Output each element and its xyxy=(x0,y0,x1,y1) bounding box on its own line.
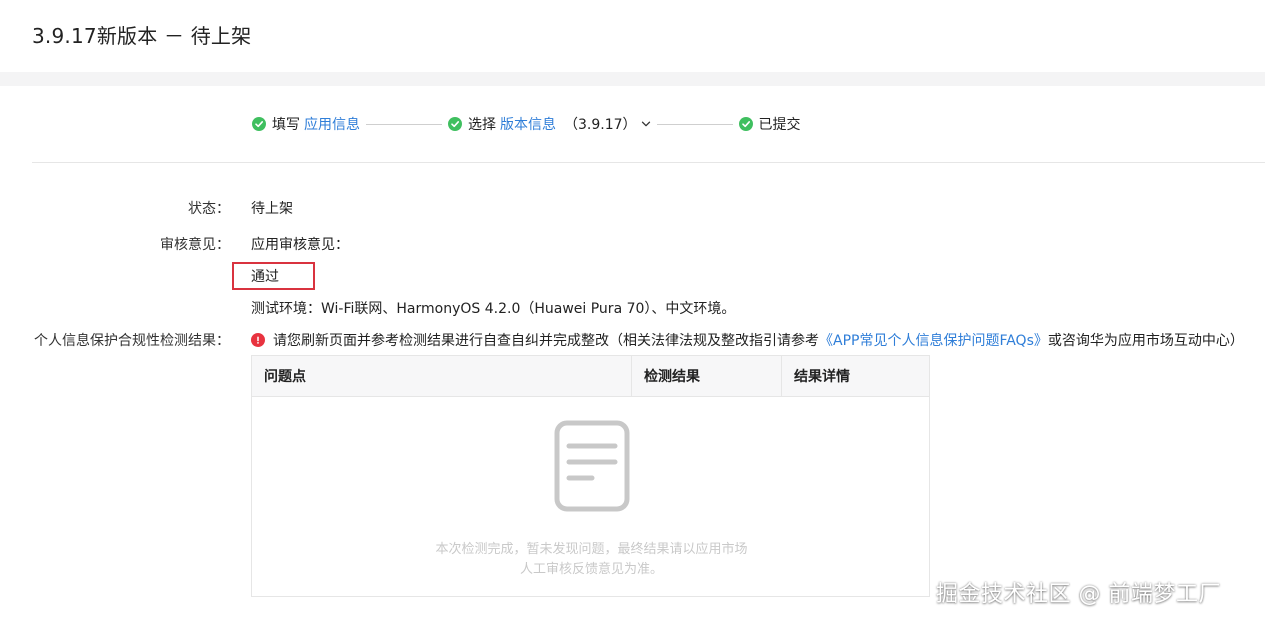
step-fill-app-info: 填写 应用信息 xyxy=(252,114,360,134)
header-band xyxy=(0,72,1265,86)
error-icon xyxy=(251,333,265,347)
review-result: 通过 xyxy=(251,269,279,285)
check-circle-icon xyxy=(448,117,462,131)
review-heading: 应用审核意见： xyxy=(251,237,349,253)
document-icon xyxy=(554,420,630,516)
privacy-check-label: 个人信息保护合规性检测结果： xyxy=(34,333,230,349)
watermark: 掘金技术社区 @ 前端梦工厂 xyxy=(936,582,1221,607)
column-header-issue: 问题点 xyxy=(264,369,306,385)
check-circle-icon xyxy=(252,117,266,131)
empty-state-line: 本次检测完成，暂未发现问题，最终结果请以应用市场 xyxy=(435,542,748,557)
version-number: （3.9.17） xyxy=(564,117,637,133)
table-header: 问题点 检测结果 结果详情 xyxy=(252,356,929,397)
section-divider xyxy=(32,162,1265,163)
progress-steps: 填写 应用信息 选择 版本信息 （3.9.17） 已提交 xyxy=(252,114,801,134)
faq-link[interactable]: 《APP常见个人信息保护问题FAQs》 xyxy=(819,330,1048,350)
chevron-down-icon[interactable] xyxy=(641,119,651,129)
version-info-link[interactable]: 版本信息 xyxy=(500,114,556,134)
step-connector xyxy=(366,123,442,125)
step-connector xyxy=(656,123,733,125)
step-label: 已提交 xyxy=(758,117,801,133)
test-environment: 测试环境：Wi-Fi联网、HarmonyOS 4.2.0（Huawei Pura… xyxy=(251,301,736,317)
app-info-link[interactable]: 应用信息 xyxy=(304,114,360,134)
privacy-notice-suffix: 或咨询华为应用市场互动中心） xyxy=(1047,333,1244,349)
step-label: 填写 xyxy=(272,117,300,133)
status-value: 待上架 xyxy=(251,201,293,217)
privacy-notice-text: 请您刷新页面并参考检测结果进行自查自纠并完成整改（相关法律法规及整改指引请参考 xyxy=(273,333,819,349)
step-select-version: 选择 版本信息 （3.9.17） xyxy=(448,114,651,134)
empty-state-line: 人工审核反馈意见为准。 xyxy=(519,562,663,577)
status-label: 状态： xyxy=(188,201,230,217)
privacy-notice: 请您刷新页面并参考检测结果进行自查自纠并完成整改（相关法律法规及整改指引请参考 … xyxy=(251,330,1244,350)
column-header-detail: 结果详情 xyxy=(781,356,929,396)
review-label: 审核意见： xyxy=(160,237,230,253)
page-title: 3.9.17新版本 － 待上架 xyxy=(32,24,252,48)
step-submitted: 已提交 xyxy=(738,114,801,134)
empty-state-text: 本次检测完成，暂未发现问题，最终结果请以应用市场 人工审核反馈意见为准。 xyxy=(252,540,931,580)
step-label: 选择 xyxy=(468,117,496,133)
check-result-table: 问题点 检测结果 结果详情 本次检测完成，暂未发现问题，最终结果请以应用市场 人… xyxy=(251,355,930,597)
check-circle-icon xyxy=(738,117,753,131)
column-header-result: 检测结果 xyxy=(631,356,781,396)
